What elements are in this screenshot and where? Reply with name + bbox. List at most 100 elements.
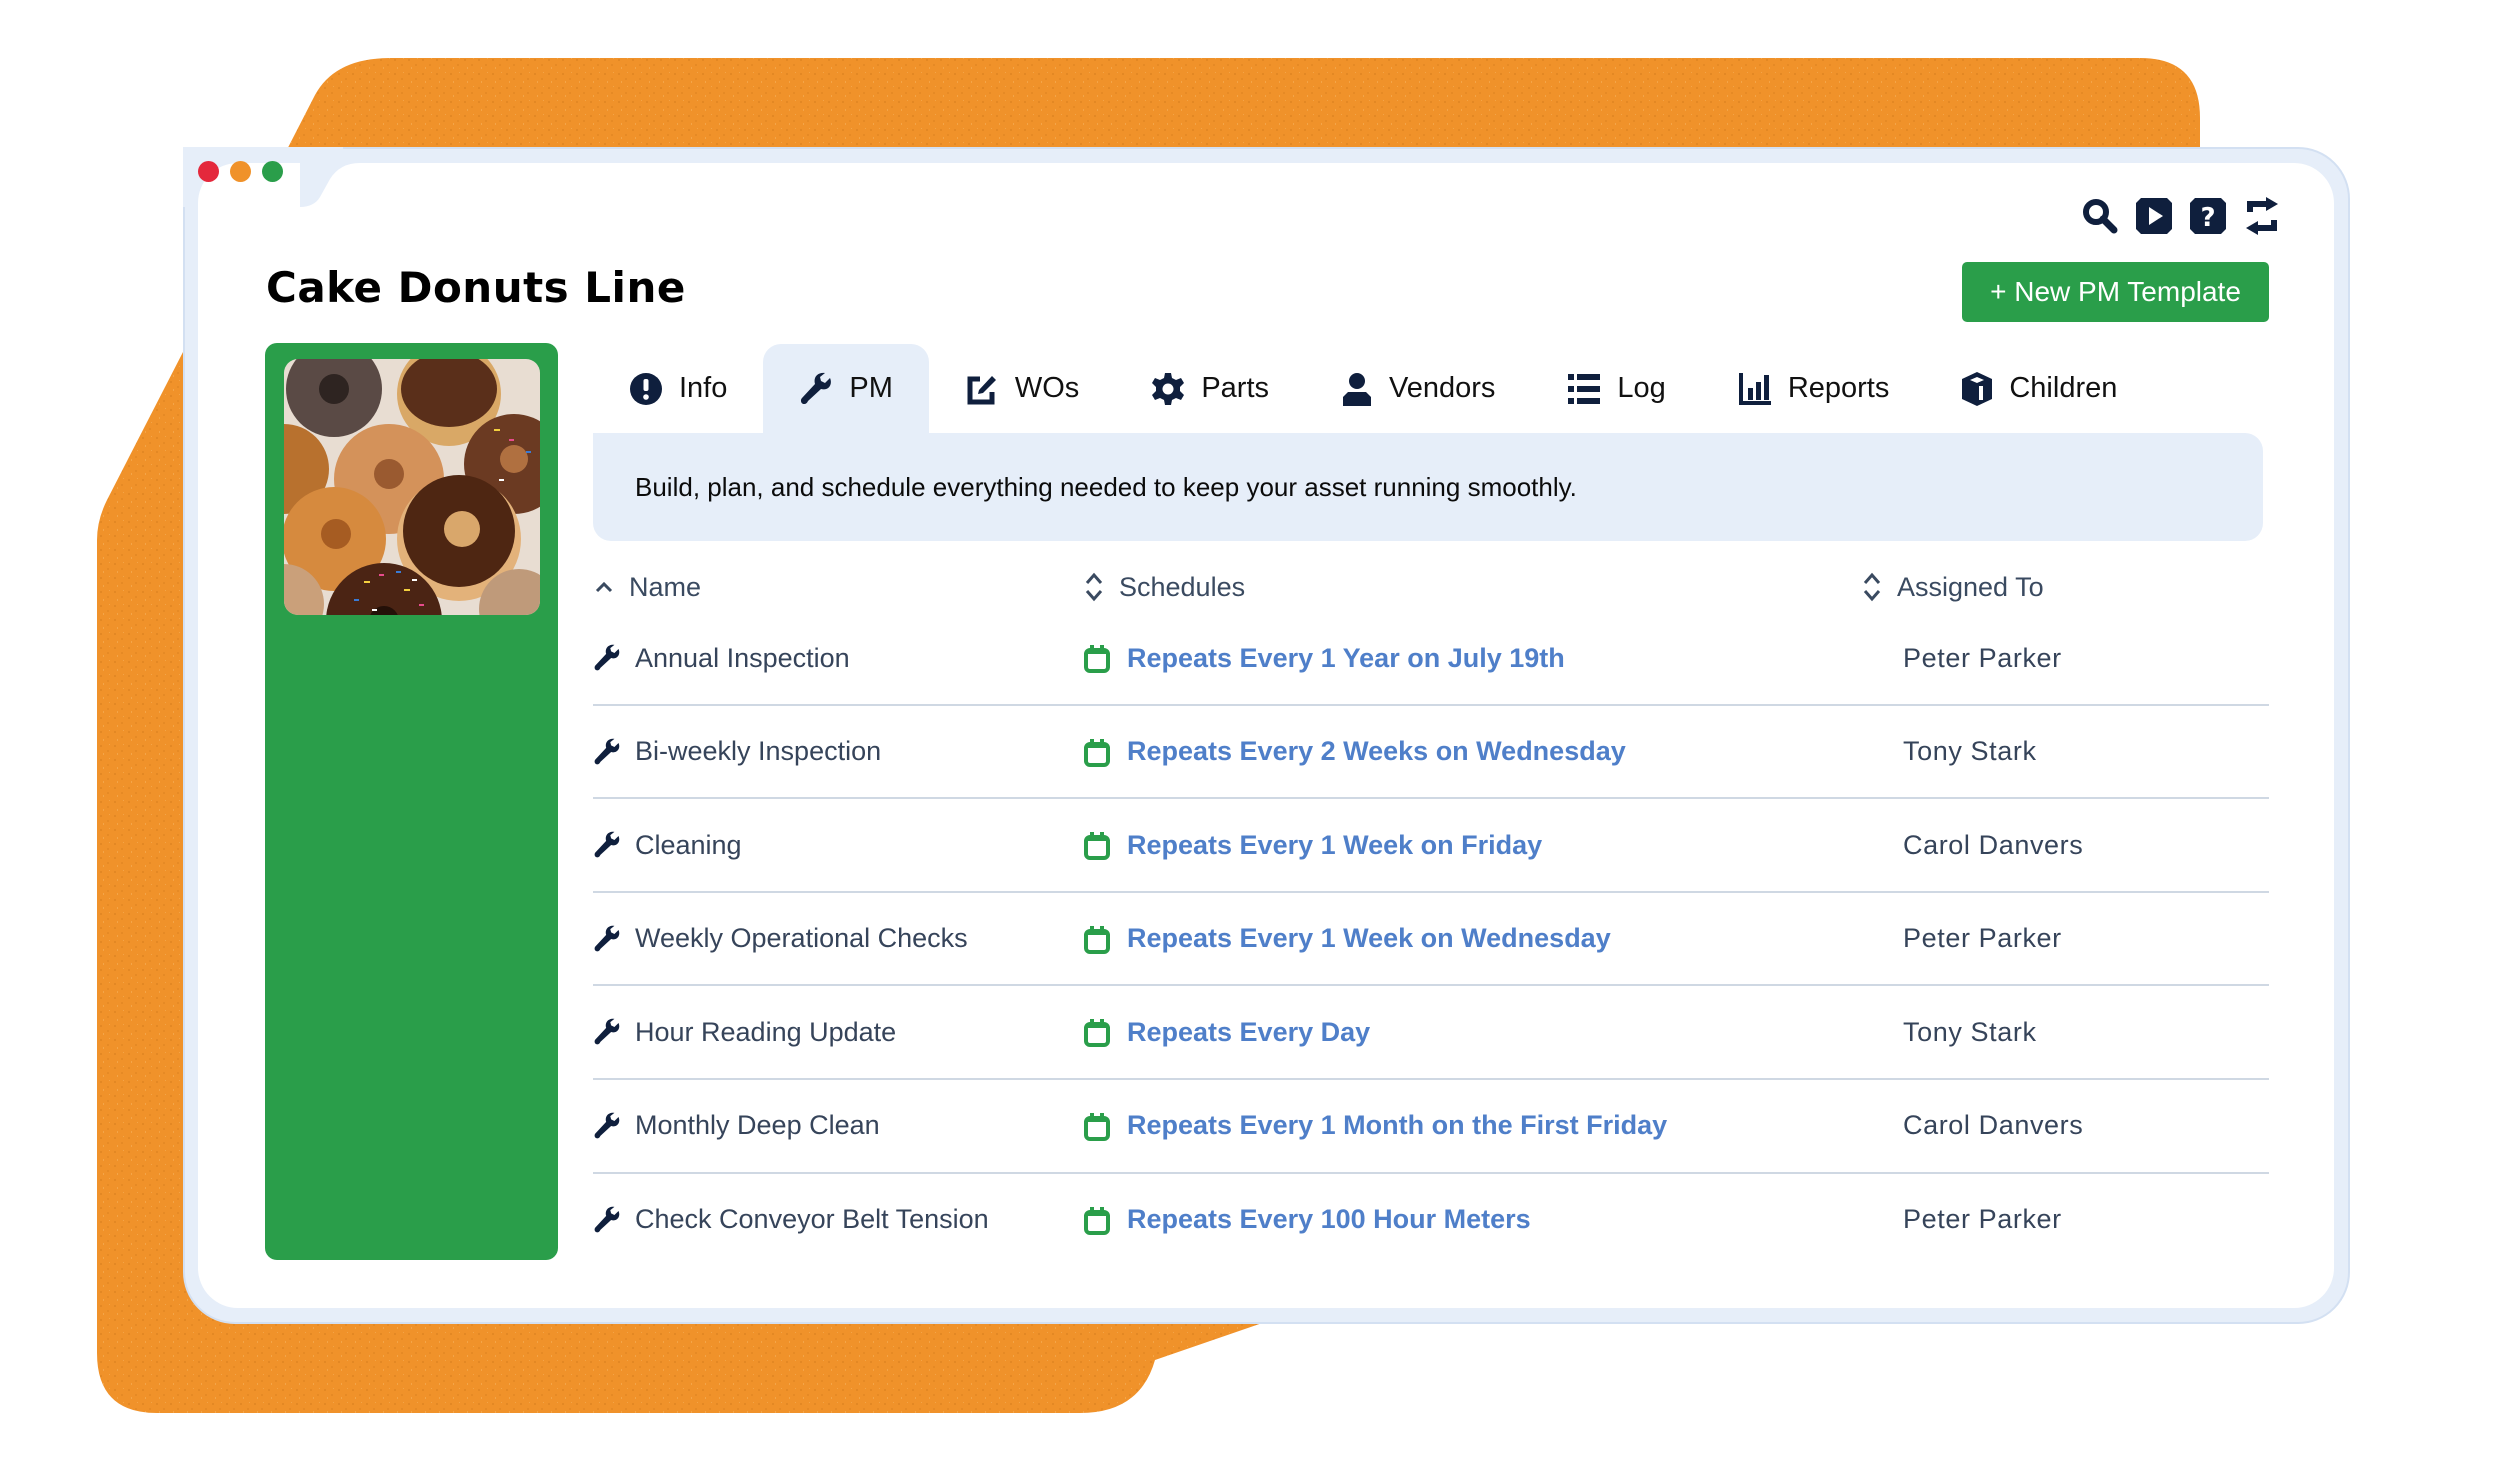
schedule-text: Repeats Every 1 Week on Friday bbox=[1127, 829, 1543, 860]
assignee-name: Peter Parker bbox=[1903, 642, 2062, 673]
play-video-icon[interactable] bbox=[2134, 196, 2174, 236]
column-header-assigned-to[interactable]: Assigned To bbox=[1861, 566, 2044, 608]
calendar-icon bbox=[1084, 1206, 1110, 1235]
pm-description-banner: Build, plan, and schedule everything nee… bbox=[593, 433, 2263, 541]
tab-reports[interactable]: Reports bbox=[1702, 344, 1926, 433]
schedule-text: Repeats Every 100 Hour Meters bbox=[1127, 1204, 1531, 1235]
pm-name-cell[interactable]: Monthly Deep Clean bbox=[593, 1080, 880, 1172]
cube-icon bbox=[1962, 371, 1993, 406]
assignee-name: Carol Danvers bbox=[1903, 829, 2084, 860]
tab-vendors[interactable]: Vendors bbox=[1305, 344, 1531, 433]
tab-label: Vendors bbox=[1389, 372, 1496, 404]
sort-unsorted-icon bbox=[1863, 572, 1881, 602]
pm-name-cell[interactable]: Cleaning bbox=[593, 799, 742, 891]
assigned-to-cell: Peter Parker bbox=[1903, 612, 2062, 704]
pm-name-cell[interactable]: Annual Inspection bbox=[593, 612, 850, 704]
table-row[interactable]: Monthly Deep Clean Repeats Every 1 Month… bbox=[593, 1080, 2269, 1174]
user-icon bbox=[1343, 372, 1371, 406]
pm-name: Annual Inspection bbox=[635, 642, 850, 673]
maximize-window-dot[interactable] bbox=[262, 161, 283, 182]
assignee-name: Peter Parker bbox=[1903, 1204, 2062, 1235]
table-row[interactable]: Bi-weekly Inspection Repeats Every 2 Wee… bbox=[593, 706, 2269, 800]
bar-chart-icon bbox=[1738, 372, 1771, 405]
schedule-text: Repeats Every 2 Weeks on Wednesday bbox=[1127, 736, 1626, 767]
schedule-link[interactable]: Repeats Every 1 Year on July 19th bbox=[1083, 612, 1565, 704]
info-icon bbox=[630, 372, 662, 405]
pm-name: Check Conveyor Belt Tension bbox=[635, 1204, 989, 1235]
column-label: Assigned To bbox=[1897, 571, 2044, 602]
wrench-icon bbox=[801, 372, 832, 404]
column-header-schedules[interactable]: Schedules bbox=[1083, 566, 1245, 608]
pm-name: Hour Reading Update bbox=[635, 1016, 897, 1047]
pm-name-cell[interactable]: Check Conveyor Belt Tension bbox=[593, 1174, 989, 1266]
toolbar-icons: ? bbox=[2080, 196, 2282, 236]
assignee-name: Tony Stark bbox=[1903, 1016, 2037, 1047]
table-row[interactable]: Check Conveyor Belt Tension Repeats Ever… bbox=[593, 1174, 2269, 1268]
table-row[interactable]: Annual Inspection Repeats Every 1 Year o… bbox=[593, 612, 2269, 706]
search-icon[interactable] bbox=[2080, 196, 2120, 236]
tab-label: WOs bbox=[1014, 372, 1080, 404]
assigned-to-cell: Tony Stark bbox=[1903, 706, 2037, 798]
schedule-link[interactable]: Repeats Every 1 Week on Friday bbox=[1083, 799, 1542, 891]
schedule-text: Repeats Every Day bbox=[1127, 1016, 1371, 1047]
schedule-link[interactable]: Repeats Every 1 Week on Wednesday bbox=[1083, 893, 1611, 985]
tab-pm[interactable]: PM bbox=[763, 344, 929, 433]
tab-label: Children bbox=[2009, 372, 2118, 404]
tab-label: Log bbox=[1617, 372, 1666, 404]
wrench-icon bbox=[594, 1019, 620, 1045]
tab-log[interactable]: Log bbox=[1531, 344, 1701, 433]
column-header-name[interactable]: Name bbox=[593, 566, 701, 608]
assignee-name: Tony Stark bbox=[1903, 736, 2037, 767]
tab-label: Reports bbox=[1787, 372, 1890, 404]
table-header: Name Schedules Assigned To bbox=[593, 566, 2269, 608]
schedule-link[interactable]: Repeats Every 1 Month on the First Frida… bbox=[1083, 1080, 1667, 1172]
pm-name-cell[interactable]: Hour Reading Update bbox=[593, 986, 896, 1078]
wrench-icon bbox=[594, 1112, 620, 1139]
calendar-icon bbox=[1084, 832, 1110, 861]
refresh-icon[interactable] bbox=[2242, 196, 2282, 236]
window-controls bbox=[198, 161, 283, 182]
sort-ascending-icon bbox=[595, 581, 613, 593]
schedule-text: Repeats Every 1 Month on the First Frida… bbox=[1127, 1110, 1668, 1141]
calendar-icon bbox=[1084, 925, 1110, 954]
tab-label: Info bbox=[679, 372, 728, 404]
pm-name: Bi-weekly Inspection bbox=[635, 736, 882, 767]
close-window-dot[interactable] bbox=[198, 161, 219, 182]
tab-wos[interactable]: WOs bbox=[929, 344, 1115, 433]
svg-text:?: ? bbox=[2200, 203, 2215, 233]
table-row[interactable]: Cleaning Repeats Every 1 Week on Friday … bbox=[593, 799, 2269, 893]
minimize-window-dot[interactable] bbox=[230, 161, 251, 182]
pm-name: Monthly Deep Clean bbox=[635, 1110, 880, 1141]
window-tab-notch bbox=[300, 161, 360, 207]
assigned-to-cell: Carol Danvers bbox=[1903, 799, 2083, 891]
table-row[interactable]: Weekly Operational Checks Repeats Every … bbox=[593, 893, 2269, 987]
help-icon[interactable]: ? bbox=[2188, 196, 2228, 236]
assignee-name: Carol Danvers bbox=[1903, 1110, 2084, 1141]
banner-text: Build, plan, and schedule everything nee… bbox=[635, 471, 1577, 502]
schedule-link[interactable]: Repeats Every Day bbox=[1083, 986, 1370, 1078]
tab-info[interactable]: Info bbox=[593, 344, 763, 433]
schedule-text: Repeats Every 1 Week on Wednesday bbox=[1127, 923, 1611, 954]
calendar-icon bbox=[1084, 1019, 1110, 1048]
assigned-to-cell: Tony Stark bbox=[1903, 986, 2037, 1078]
table-row[interactable]: Hour Reading Update Repeats Every Day To… bbox=[593, 986, 2269, 1080]
wrench-icon bbox=[594, 831, 620, 858]
tab-parts[interactable]: Parts bbox=[1115, 344, 1305, 433]
pm-name-cell[interactable]: Bi-weekly Inspection bbox=[593, 706, 881, 798]
page-title: Cake Donuts Line bbox=[266, 263, 686, 312]
assigned-to-cell: Peter Parker bbox=[1903, 893, 2062, 985]
pm-name-cell[interactable]: Weekly Operational Checks bbox=[593, 893, 968, 985]
assigned-to-cell: Peter Parker bbox=[1903, 1174, 2062, 1266]
list-icon bbox=[1568, 373, 1601, 404]
assigned-to-cell: Carol Danvers bbox=[1903, 1080, 2083, 1172]
schedule-link[interactable]: Repeats Every 100 Hour Meters bbox=[1083, 1174, 1531, 1266]
column-label: Schedules bbox=[1119, 571, 1246, 602]
wrench-icon bbox=[594, 644, 620, 671]
tab-children[interactable]: Children bbox=[1925, 344, 2153, 433]
calendar-icon bbox=[1084, 1112, 1110, 1141]
assignee-name: Peter Parker bbox=[1903, 923, 2062, 954]
sort-unsorted-icon bbox=[1085, 572, 1103, 602]
new-pm-template-button[interactable]: + New PM Template bbox=[1962, 262, 2269, 322]
schedule-link[interactable]: Repeats Every 2 Weeks on Wednesday bbox=[1083, 706, 1626, 798]
wrench-icon bbox=[594, 1206, 620, 1232]
